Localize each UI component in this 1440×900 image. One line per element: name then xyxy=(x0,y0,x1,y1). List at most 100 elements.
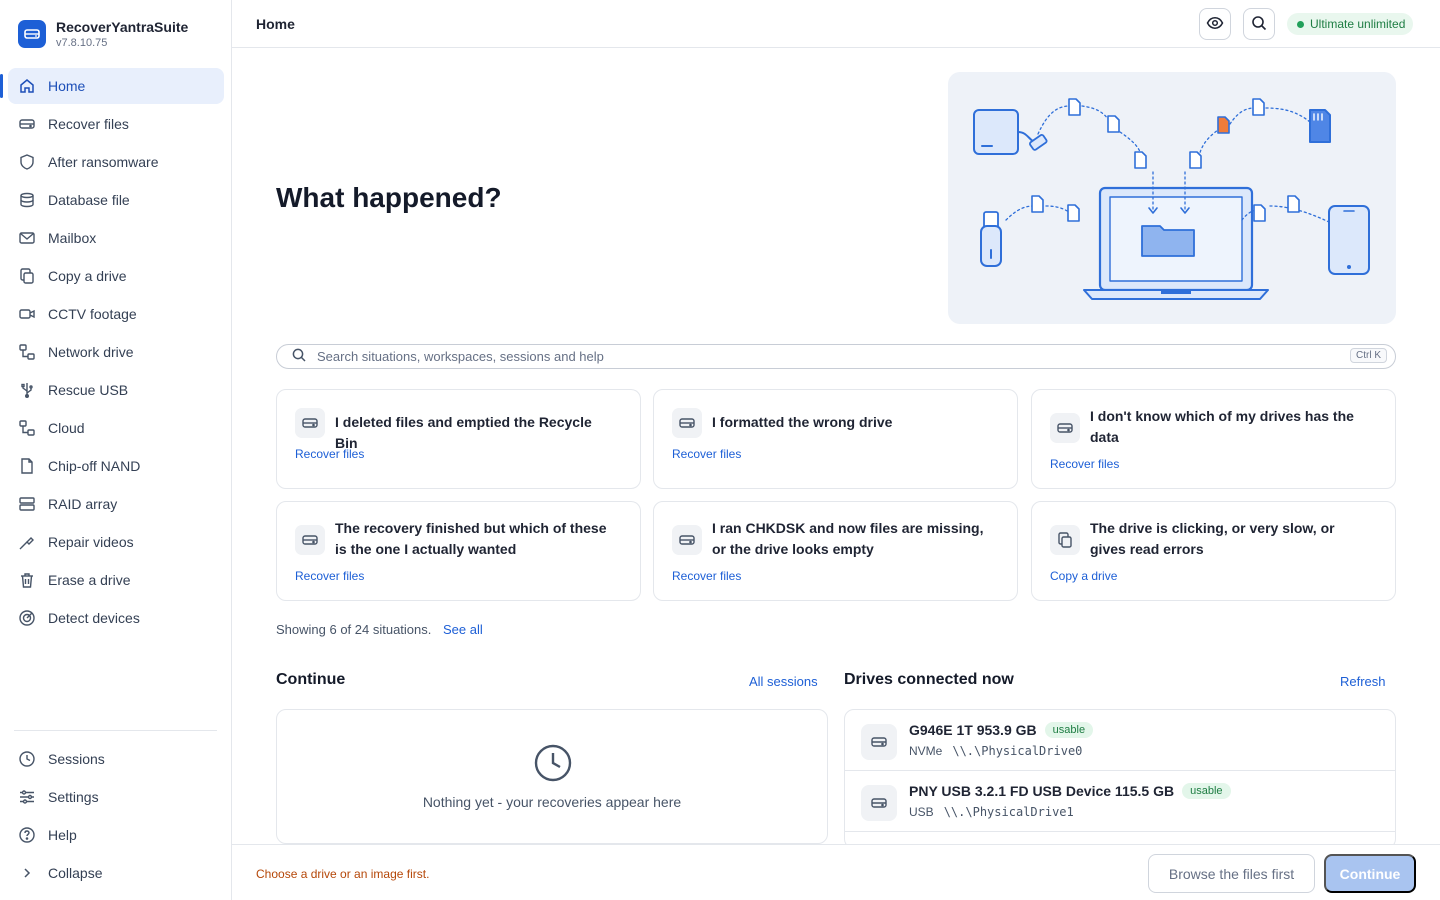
browse-files-button[interactable]: Browse the files first xyxy=(1148,854,1315,893)
sidebar-item-detect-devices[interactable]: Detect devices xyxy=(8,600,224,636)
main-content: What happened? Search situations, worksp… xyxy=(232,48,1440,844)
see-all-link[interactable]: See all xyxy=(443,622,483,637)
sidebar-item-label: Help xyxy=(48,827,77,843)
sidebar-item-home[interactable]: Home xyxy=(0,68,224,104)
sidebar-item-after-ransomware[interactable]: After ransomware xyxy=(8,144,224,180)
sidebar-divider xyxy=(14,730,217,731)
situation-title: I ran CHKDSK and now files are missing, … xyxy=(712,520,984,557)
sidebar-item-label: Chip-off NAND xyxy=(48,458,141,474)
situation-card[interactable]: The recovery finished but which of these… xyxy=(276,501,641,601)
search-bar[interactable]: Search situations, workspaces, sessions … xyxy=(276,344,1396,369)
sidebar-item-label: Home xyxy=(48,78,86,94)
phone-illustration xyxy=(1328,205,1370,275)
sidebar-item-rescue-usb[interactable]: Rescue USB xyxy=(8,372,224,408)
sidebar: RecoverYantraSuite v7.8.10.75 Home Recov… xyxy=(0,0,232,900)
sidebar-item-sessions[interactable]: Sessions xyxy=(8,741,224,777)
search-shortcut-hint: Ctrl K xyxy=(1350,348,1387,363)
search-icon xyxy=(291,347,307,366)
sidebar-nav: Home Recover files After ransomware Data… xyxy=(0,68,224,638)
sidebar-item-repair-videos[interactable]: Repair videos xyxy=(8,524,224,560)
drive-icon xyxy=(295,525,325,555)
sliders-icon xyxy=(18,788,36,806)
eye-icon xyxy=(1206,14,1224,35)
sidebar-bottom-nav: Sessions Settings Help Collapse xyxy=(8,741,224,893)
situations-count: Showing 6 of 24 situations. xyxy=(276,622,432,637)
sidebar-item-help[interactable]: Help xyxy=(8,817,224,853)
drive-row[interactable]: PNY USB 3.2.1 FD USB Device 115.5 GB usa… xyxy=(845,771,1395,832)
copy-icon xyxy=(18,267,36,285)
situation-link[interactable]: Copy a drive xyxy=(1050,569,1117,583)
chip-icon xyxy=(18,457,36,475)
situation-title: The recovery finished but which of these… xyxy=(335,520,607,557)
search-button[interactable] xyxy=(1243,8,1275,40)
sidebar-item-erase-a-drive[interactable]: Erase a drive xyxy=(8,562,224,598)
sidebar-item-label: Recover files xyxy=(48,116,129,132)
situation-card[interactable]: I formatted the wrong drive Recover file… xyxy=(653,389,1018,489)
sidebar-item-chip-off-nand[interactable]: Chip-off NAND xyxy=(8,448,224,484)
sidebar-item-recover-files[interactable]: Recover files xyxy=(8,106,224,142)
wrench-icon xyxy=(18,533,36,551)
status-badge: usable xyxy=(1044,722,1094,738)
sidebar-item-settings[interactable]: Settings xyxy=(8,779,224,815)
sidebar-item-raid-array[interactable]: RAID array xyxy=(8,486,224,522)
sidebar-item-cctv-footage[interactable]: CCTV footage xyxy=(8,296,224,332)
situation-title: I formatted the wrong drive xyxy=(712,414,893,430)
home-icon xyxy=(18,77,36,95)
preview-button[interactable] xyxy=(1199,8,1231,40)
clock-icon xyxy=(533,743,573,788)
sidebar-item-label: Sessions xyxy=(48,751,105,767)
situation-title: I don't know which of my drives has the … xyxy=(1090,408,1354,445)
sidebar-item-cloud[interactable]: Cloud xyxy=(8,410,224,446)
page-title: Home xyxy=(256,15,295,32)
refresh-link[interactable]: Refresh xyxy=(1340,674,1386,689)
sidebar-item-label: Database file xyxy=(48,192,130,208)
situation-card[interactable]: I deleted files and emptied the Recycle … xyxy=(276,389,641,489)
sidebar-item-collapse[interactable]: Collapse xyxy=(8,855,224,891)
sidebar-item-label: RAID array xyxy=(48,496,118,512)
situation-link[interactable]: Recover files xyxy=(672,447,741,461)
mail-icon xyxy=(18,229,36,247)
footer-hint: Choose a drive or an image first. xyxy=(256,867,430,881)
license-label: Ultimate unlimited xyxy=(1310,17,1406,31)
drives-title: Drives connected now xyxy=(844,671,1014,688)
status-badge: usable xyxy=(1182,783,1231,799)
sidebar-item-label: Rescue USB xyxy=(48,382,129,398)
drive-list: G946E 1T 953.9 GB usable NVMe \\.\Physic… xyxy=(844,709,1396,844)
sidebar-item-copy-a-drive[interactable]: Copy a drive xyxy=(8,258,224,294)
usb-stick-illustration xyxy=(980,211,1002,267)
sidebar-item-network-drive[interactable]: Network drive xyxy=(8,334,224,370)
search-icon xyxy=(1250,14,1268,35)
sidebar-item-database-file[interactable]: Database file xyxy=(8,182,224,218)
situation-link[interactable]: Recover files xyxy=(295,569,364,583)
chevron-right-icon xyxy=(18,864,36,882)
sidebar-item-label: Settings xyxy=(48,789,99,805)
drive-icon xyxy=(1050,413,1080,443)
app-version: v7.8.10.75 xyxy=(56,37,108,49)
orange-file-illustration xyxy=(1217,116,1230,134)
sidebar-item-label: Collapse xyxy=(48,865,103,881)
status-dot xyxy=(1297,20,1304,28)
continue-button[interactable]: Continue xyxy=(1324,854,1416,893)
situation-link[interactable]: Recover files xyxy=(1050,457,1119,471)
continue-title: Continue xyxy=(276,671,346,688)
all-sessions-link[interactable]: All sessions xyxy=(749,674,818,689)
database-icon xyxy=(18,191,36,209)
situation-title: I deleted files and emptied the Recycle … xyxy=(335,414,592,451)
drive-row[interactable]: G946E 1T 953.9 GB usable NVMe \\.\Physic… xyxy=(845,710,1395,771)
drive-bus: NVMe xyxy=(909,744,943,758)
video-camera-icon xyxy=(18,305,36,323)
situation-link[interactable]: Recover files xyxy=(672,569,741,583)
situation-link[interactable]: Recover files xyxy=(295,447,364,461)
situation-card[interactable]: I ran CHKDSK and now files are missing, … xyxy=(653,501,1018,601)
license-badge: Ultimate unlimited xyxy=(1287,13,1414,35)
situation-card[interactable]: The drive is clicking, or very slow, or … xyxy=(1031,501,1396,601)
hero-illustration xyxy=(948,72,1396,324)
raid-icon xyxy=(18,495,36,513)
sidebar-item-label: Repair videos xyxy=(48,534,134,550)
app-name: RecoverYantraSuite xyxy=(56,19,189,35)
situation-card[interactable]: I don't know which of my drives has the … xyxy=(1031,389,1396,489)
sidebar-item-mailbox[interactable]: Mailbox xyxy=(8,220,224,256)
cloud-icon xyxy=(18,419,36,437)
empty-state-text: Nothing yet - your recoveries appear her… xyxy=(422,794,682,810)
drive-icon xyxy=(295,408,325,438)
